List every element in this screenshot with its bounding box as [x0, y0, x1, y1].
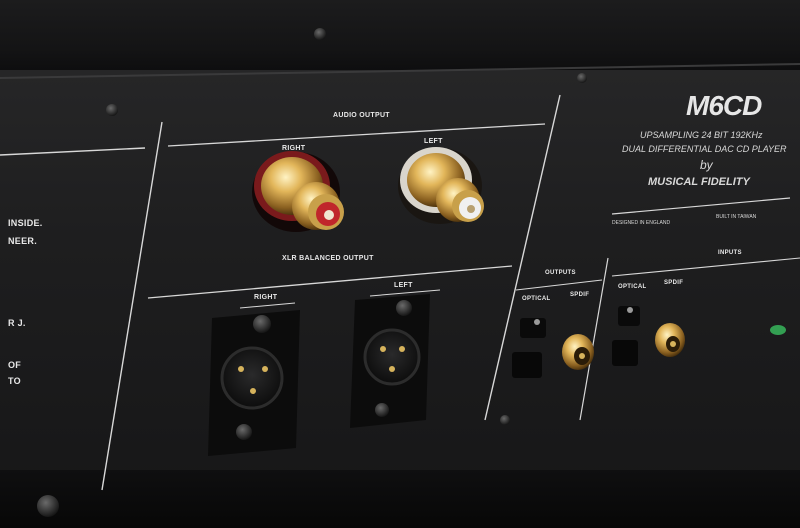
rca-left-connector — [398, 147, 484, 224]
optical-output-port — [512, 318, 546, 378]
optical-input-port — [612, 306, 640, 366]
xlr-right-label: RIGHT — [254, 294, 278, 301]
brand-built: BUILT IN TAIWAN — [716, 214, 757, 220]
left-text-line-5: TO — [8, 376, 21, 386]
screw-icon — [106, 104, 118, 116]
screw-icon — [37, 495, 59, 517]
divider-line-1 — [101, 121, 163, 491]
audio-left-label: LEFT — [424, 138, 443, 145]
brand-by: by — [700, 158, 713, 172]
left-text-line-4: OF — [8, 360, 22, 370]
spdif-input-connector — [655, 323, 685, 357]
left-text-line-2: NEER. — [8, 236, 38, 246]
outputs-line — [515, 279, 603, 291]
outputs-spdif-label: SPDIF — [570, 292, 590, 298]
inputs-line — [611, 257, 800, 277]
spdif-output-connector — [562, 334, 594, 370]
left-section-line — [0, 147, 146, 156]
rca-right-connector — [252, 151, 344, 232]
model-logo: M6CD — [686, 90, 762, 121]
inputs-optical-label: OPTICAL — [618, 284, 647, 290]
left-text-line-3: R J. — [8, 318, 26, 328]
screw-icon — [500, 415, 510, 425]
screw-icon — [577, 73, 587, 83]
audio-right-label: RIGHT — [282, 145, 306, 152]
panel-top-edge-line — [0, 63, 800, 79]
brand-maker: MUSICAL FIDELITY — [648, 176, 750, 188]
screw-icon — [314, 28, 326, 40]
audio-output-title: AUDIO OUTPUT — [333, 112, 390, 119]
panel-graphics — [0, 28, 800, 517]
rear-panel-photo: INSIDE. NEER. R J. OF TO AUDIO OUTPUT RI… — [0, 0, 800, 528]
status-led-icon — [770, 325, 786, 335]
outputs-title: OUTPUTS — [545, 270, 576, 276]
xlr-right-underline — [239, 302, 296, 309]
xlr-left-connector — [350, 294, 430, 428]
xlr-output-title: XLR BALANCED OUTPUT — [282, 255, 374, 262]
xlr-right-connector — [208, 310, 300, 456]
brand-designed: DESIGNED IN ENGLAND — [612, 220, 671, 226]
xlr-output-line — [147, 265, 513, 299]
left-text-line-1: INSIDE. — [8, 218, 43, 228]
outputs-optical-label: OPTICAL — [522, 296, 551, 302]
inputs-title: INPUTS — [718, 250, 742, 256]
xlr-left-label: LEFT — [394, 282, 413, 289]
brand-line-1: UPSAMPLING 24 BIT 192KHz — [640, 130, 763, 140]
brand-line-divider — [611, 197, 791, 215]
inputs-spdif-label: SPDIF — [664, 280, 684, 286]
audio-output-line — [167, 123, 546, 147]
brand-line-2: DUAL DIFFERENTIAL DAC CD PLAYER — [622, 144, 787, 154]
